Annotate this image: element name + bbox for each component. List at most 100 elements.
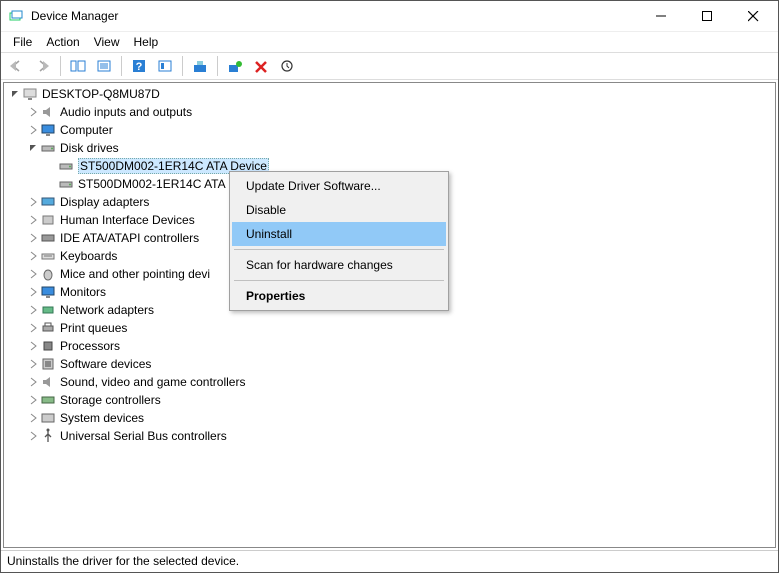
tree-label: Monitors: [60, 285, 106, 299]
window-title: Device Manager: [31, 9, 638, 23]
tree-item-sysdev[interactable]: System devices: [4, 409, 775, 427]
menu-help[interactable]: Help: [128, 34, 165, 50]
expand-icon[interactable]: [26, 429, 40, 443]
tree-label: IDE ATA/ATAPI controllers: [60, 231, 199, 245]
svg-text:?: ?: [136, 61, 143, 73]
tree-item-usb[interactable]: Universal Serial Bus controllers: [4, 427, 775, 445]
ide-icon: [40, 230, 56, 246]
tree-label: DESKTOP-Q8MU87D: [42, 87, 160, 101]
context-menu: Update Driver Software... Disable Uninst…: [229, 171, 449, 311]
network-icon: [40, 302, 56, 318]
expand-icon[interactable]: [26, 105, 40, 119]
tree-label: Computer: [60, 123, 113, 137]
expand-icon[interactable]: [26, 249, 40, 263]
ctx-disable[interactable]: Disable: [232, 198, 446, 222]
tree-root[interactable]: DESKTOP-Q8MU87D: [4, 85, 775, 103]
tree-label: Human Interface Devices: [60, 213, 195, 227]
hid-icon: [40, 212, 56, 228]
expand-icon[interactable]: [26, 339, 40, 353]
expand-icon[interactable]: [26, 267, 40, 281]
expand-icon[interactable]: [26, 375, 40, 389]
minimize-button[interactable]: [638, 1, 684, 31]
tree-label: Print queues: [60, 321, 127, 335]
printer-icon: [40, 320, 56, 336]
collapse-icon[interactable]: [26, 141, 40, 155]
expand-icon[interactable]: [26, 357, 40, 371]
tree-label: Storage controllers: [60, 393, 161, 407]
drive-icon: [58, 176, 74, 192]
usb-icon: [40, 428, 56, 444]
speaker-icon: [40, 104, 56, 120]
software-icon: [40, 356, 56, 372]
tree-label: Mice and other pointing devi: [60, 267, 210, 281]
ctx-properties[interactable]: Properties: [232, 284, 446, 308]
menubar: File Action View Help: [1, 32, 778, 52]
ctx-uninstall[interactable]: Uninstall: [232, 222, 446, 246]
expand-icon[interactable]: [26, 321, 40, 335]
titlebar: Device Manager: [1, 1, 778, 32]
ctx-separator: [234, 249, 444, 250]
tree-item-softdev[interactable]: Software devices: [4, 355, 775, 373]
tree-item-diskdrives[interactable]: Disk drives: [4, 139, 775, 157]
app-icon: [9, 8, 25, 24]
expand-icon[interactable]: [26, 123, 40, 137]
tree-item-audio[interactable]: Audio inputs and outputs: [4, 103, 775, 121]
status-text: Uninstalls the driver for the selected d…: [7, 554, 239, 568]
menu-action[interactable]: Action: [40, 34, 85, 50]
scan-hardware-button[interactable]: [275, 55, 299, 77]
tree-item-processors[interactable]: Processors: [4, 337, 775, 355]
forward-button[interactable]: [31, 55, 55, 77]
expand-icon[interactable]: [26, 303, 40, 317]
tree-label: Sound, video and game controllers: [60, 375, 245, 389]
speaker-icon: [40, 374, 56, 390]
tree-label: Display adapters: [60, 195, 149, 209]
expand-icon[interactable]: [26, 213, 40, 227]
system-icon: [40, 410, 56, 426]
expand-icon[interactable]: [8, 87, 22, 101]
tree-label: ST500DM002-1ER14C ATA: [78, 177, 226, 191]
tree-label: Audio inputs and outputs: [60, 105, 192, 119]
computer-icon: [22, 86, 38, 102]
tree-label: Software devices: [60, 357, 151, 371]
mouse-icon: [40, 266, 56, 282]
tree-label: Universal Serial Bus controllers: [60, 429, 227, 443]
tree-item-storage[interactable]: Storage controllers: [4, 391, 775, 409]
help-button[interactable]: ?: [127, 55, 151, 77]
tree-item-printq[interactable]: Print queues: [4, 319, 775, 337]
tree-label: Processors: [60, 339, 120, 353]
monitor-icon: [40, 284, 56, 300]
ctx-scan[interactable]: Scan for hardware changes: [232, 253, 446, 277]
uninstall-button[interactable]: [249, 55, 273, 77]
menu-file[interactable]: File: [7, 34, 38, 50]
maximize-button[interactable]: [684, 1, 730, 31]
expand-icon[interactable]: [26, 285, 40, 299]
ctx-separator: [234, 280, 444, 281]
display-icon: [40, 194, 56, 210]
tree-label: Keyboards: [60, 249, 117, 263]
close-button[interactable]: [730, 1, 776, 31]
enable-button[interactable]: [223, 55, 247, 77]
toolbar: ?: [1, 52, 778, 80]
expand-icon[interactable]: [26, 195, 40, 209]
storage-icon: [40, 392, 56, 408]
drive-icon: [58, 158, 74, 174]
expand-icon[interactable]: [26, 393, 40, 407]
action-button[interactable]: [153, 55, 177, 77]
update-driver-button[interactable]: [188, 55, 212, 77]
properties-button[interactable]: [92, 55, 116, 77]
device-tree[interactable]: DESKTOP-Q8MU87D Audio inputs and outputs…: [3, 82, 776, 548]
menu-view[interactable]: View: [88, 34, 126, 50]
statusbar: Uninstalls the driver for the selected d…: [1, 550, 778, 572]
tree-label: Network adapters: [60, 303, 154, 317]
show-hide-console-button[interactable]: [66, 55, 90, 77]
cpu-icon: [40, 338, 56, 354]
keyboard-icon: [40, 248, 56, 264]
tree-label: System devices: [60, 411, 144, 425]
monitor-icon: [40, 122, 56, 138]
back-button[interactable]: [5, 55, 29, 77]
ctx-update-driver[interactable]: Update Driver Software...: [232, 174, 446, 198]
tree-item-computer[interactable]: Computer: [4, 121, 775, 139]
expand-icon[interactable]: [26, 411, 40, 425]
expand-icon[interactable]: [26, 231, 40, 245]
tree-item-sound[interactable]: Sound, video and game controllers: [4, 373, 775, 391]
